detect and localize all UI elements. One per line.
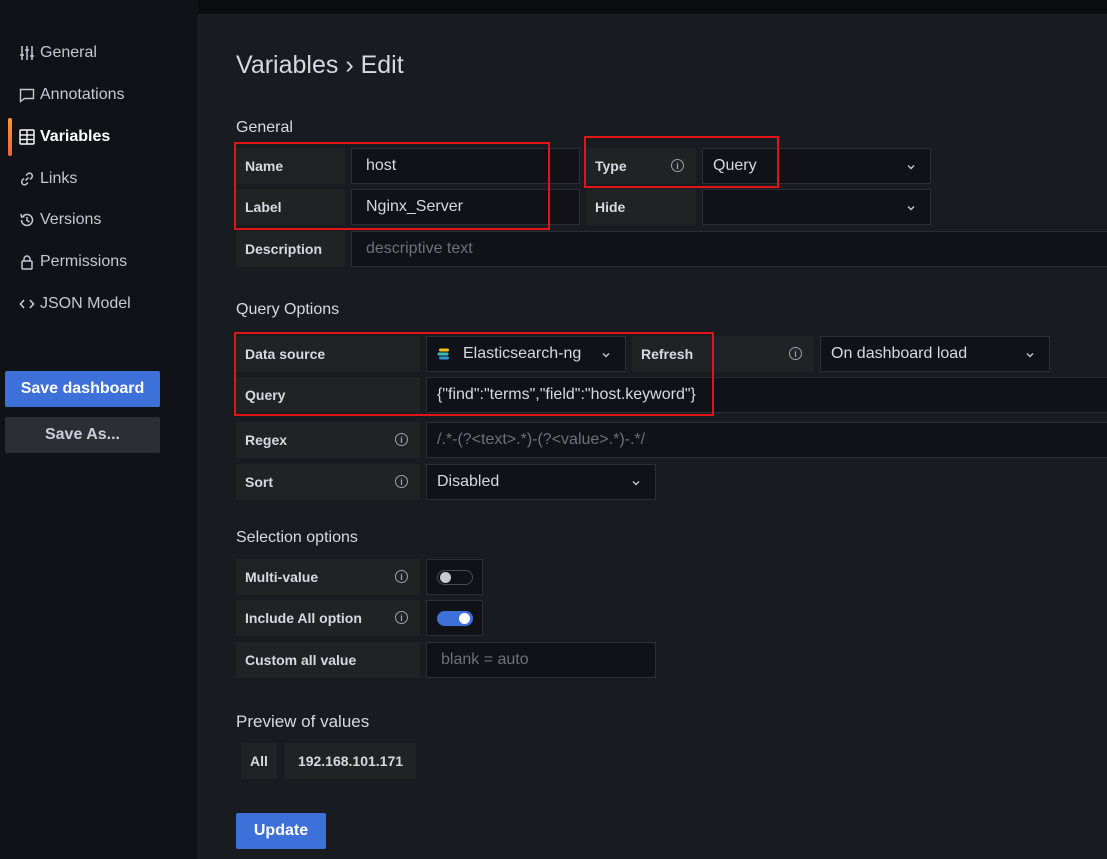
hide-label: Hide <box>586 189 696 225</box>
settings-sidebar: General Annotations Variables Links Vers… <box>0 0 198 859</box>
refresh-label: Refresh i <box>632 336 814 372</box>
sidebar-item-label: Annotations <box>40 86 125 103</box>
sidebar-item-links[interactable]: Links <box>18 168 77 190</box>
info-icon[interactable]: i <box>671 159 684 172</box>
sidebar-item-label: Permissions <box>40 253 128 270</box>
general-heading: General <box>236 119 293 136</box>
description-label: Description <box>236 231 345 267</box>
datasource-select[interactable]: Elasticsearch-ng <box>426 336 626 372</box>
chevron-down-icon <box>602 353 610 358</box>
sliders-icon <box>18 45 35 62</box>
query-options-heading: Query Options <box>236 301 340 318</box>
sidebar-item-label: Variables <box>40 128 111 145</box>
sidebar-item-label: JSON Model <box>40 295 131 312</box>
preview-value-chip: 192.168.101.171 <box>285 743 416 779</box>
multi-value-toggle[interactable] <box>426 559 483 595</box>
multi-value-label: Multi-value i <box>236 559 420 595</box>
sidebar-item-json-model[interactable]: JSON Model <box>18 293 131 315</box>
include-all-label: Include All option i <box>236 600 420 636</box>
sidebar-item-versions[interactable]: Versions <box>18 209 101 231</box>
page-title: Variables › Edit <box>236 51 404 79</box>
sort-label: Sort i <box>236 464 420 500</box>
sort-select[interactable]: Disabled <box>426 464 656 500</box>
custom-all-input[interactable]: blank = auto <box>426 642 656 678</box>
info-icon[interactable]: i <box>395 611 408 624</box>
include-all-toggle[interactable] <box>426 600 483 636</box>
code-brackets-icon <box>18 296 35 313</box>
sidebar-item-permissions[interactable]: Permissions <box>18 251 127 273</box>
lock-icon <box>18 254 35 271</box>
query-label: Query <box>236 377 420 413</box>
elasticsearch-icon <box>437 347 451 361</box>
chevron-down-icon <box>632 481 640 486</box>
save-as-button[interactable]: Save As... <box>5 417 160 453</box>
name-label: Name <box>236 148 345 184</box>
refresh-select[interactable]: On dashboard load <box>820 336 1050 372</box>
type-select[interactable]: Query <box>702 148 931 184</box>
link-icon <box>18 171 35 188</box>
description-input[interactable]: descriptive text <box>351 231 1107 267</box>
type-label: Type i <box>586 148 696 184</box>
preview-value-chip: All <box>241 743 277 779</box>
active-indicator <box>8 118 12 156</box>
regex-label: Regex i <box>236 422 420 458</box>
chevron-down-icon <box>907 165 915 170</box>
history-icon <box>18 212 35 229</box>
label-input[interactable]: Nginx_Server <box>351 189 580 225</box>
custom-all-label: Custom all value <box>236 642 420 678</box>
info-icon[interactable]: i <box>395 570 408 583</box>
sidebar-item-annotations[interactable]: Annotations <box>18 84 125 106</box>
regex-input[interactable]: /.*-(?<text>.*)-(?<value>.*)-.*/ <box>426 422 1107 458</box>
toggle-switch-on <box>437 611 473 626</box>
query-input[interactable]: {"find":"terms","field":"host.keyword"} <box>426 377 1107 413</box>
chevron-down-icon <box>1026 353 1034 358</box>
toggle-switch-off <box>437 570 473 585</box>
name-input[interactable]: host <box>351 148 580 184</box>
sidebar-item-label: Links <box>40 170 78 187</box>
sidebar-item-label: General <box>40 44 97 61</box>
info-icon[interactable]: i <box>395 433 408 446</box>
variables-grid-icon <box>18 129 35 146</box>
preview-heading: Preview of values <box>236 712 370 731</box>
variable-editor-panel: Variables › Edit General Name host Type … <box>198 14 1107 859</box>
sidebar-item-label: Versions <box>40 211 102 228</box>
chevron-down-icon <box>907 206 915 211</box>
save-dashboard-button[interactable]: Save dashboard <box>5 371 160 407</box>
sidebar-item-variables[interactable]: Variables <box>18 126 110 148</box>
update-button[interactable]: Update <box>236 813 326 849</box>
info-icon[interactable]: i <box>395 475 408 488</box>
label-label: Label <box>236 189 345 225</box>
info-icon[interactable]: i <box>789 347 802 360</box>
datasource-label: Data source <box>236 336 420 372</box>
hide-select[interactable] <box>702 189 931 225</box>
comment-icon <box>18 87 35 104</box>
selection-options-heading: Selection options <box>236 529 358 546</box>
sidebar-item-general[interactable]: General <box>18 42 97 64</box>
